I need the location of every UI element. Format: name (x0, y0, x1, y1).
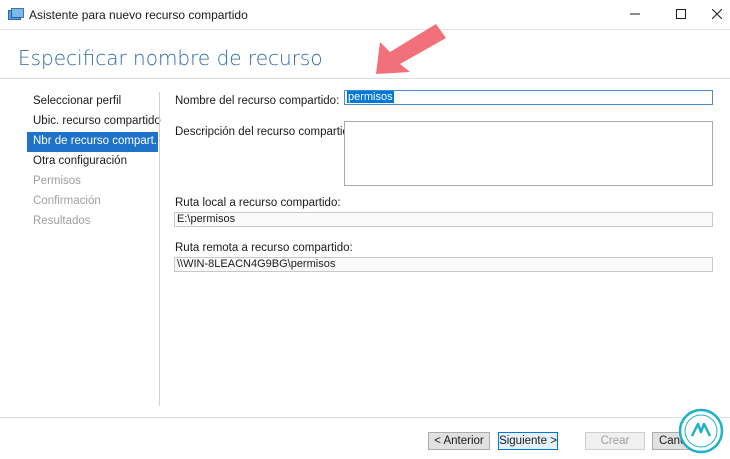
share-name-value: permisos (347, 91, 394, 103)
page-title: Especificar nombre de recurso (18, 46, 323, 70)
nav-step-share-location[interactable]: Ubic. recurso compartido (27, 112, 161, 132)
nav-divider (159, 92, 160, 406)
remote-path-label: Ruta remota a recurso compartido: (175, 242, 353, 254)
nav-step-select-profile[interactable]: Seleccionar perfil (27, 92, 158, 112)
share-name-label: Nombre del recurso compartido: (175, 95, 340, 107)
wizard-steps-nav: Seleccionar perfil Ubic. recurso compart… (27, 92, 161, 232)
nav-step-permissions: Permisos (33, 175, 81, 187)
description-textarea[interactable] (344, 121, 713, 186)
nav-step-results: Resultados (33, 215, 91, 227)
local-path-label: Ruta local a recurso compartido: (175, 197, 341, 209)
nav-step-confirmation: Confirmación (33, 195, 101, 207)
minimize-icon (630, 8, 640, 22)
maximize-button[interactable] (658, 0, 704, 29)
site-logo-icon (678, 408, 724, 454)
remote-path-field[interactable]: \\WIN-8LEACN4G9BG\permisos (174, 257, 713, 272)
title-bar: Asistente para nuevo recurso compartido (0, 0, 730, 30)
close-icon (711, 8, 723, 22)
previous-button[interactable]: < Anterior (428, 432, 490, 450)
minimize-button[interactable] (612, 0, 658, 29)
nav-step-share-name[interactable]: Nbr de recurso compart. (27, 132, 158, 152)
create-button: Crear (585, 432, 645, 450)
footer-divider (0, 417, 730, 418)
share-folder-icon (8, 8, 24, 22)
maximize-icon (676, 8, 686, 22)
local-path-field[interactable]: E:\permisos (174, 212, 713, 227)
next-button[interactable]: Siguiente > (498, 432, 558, 450)
nav-step-other-settings[interactable]: Otra configuración (27, 152, 158, 172)
share-name-input[interactable]: permisos (344, 90, 713, 105)
close-button[interactable] (704, 0, 730, 29)
header-divider (0, 78, 730, 79)
window-title: Asistente para nuevo recurso compartido (29, 8, 248, 22)
description-label: Descripción del recurso compartido: (175, 126, 359, 138)
pointer-arrow-icon (370, 20, 452, 80)
